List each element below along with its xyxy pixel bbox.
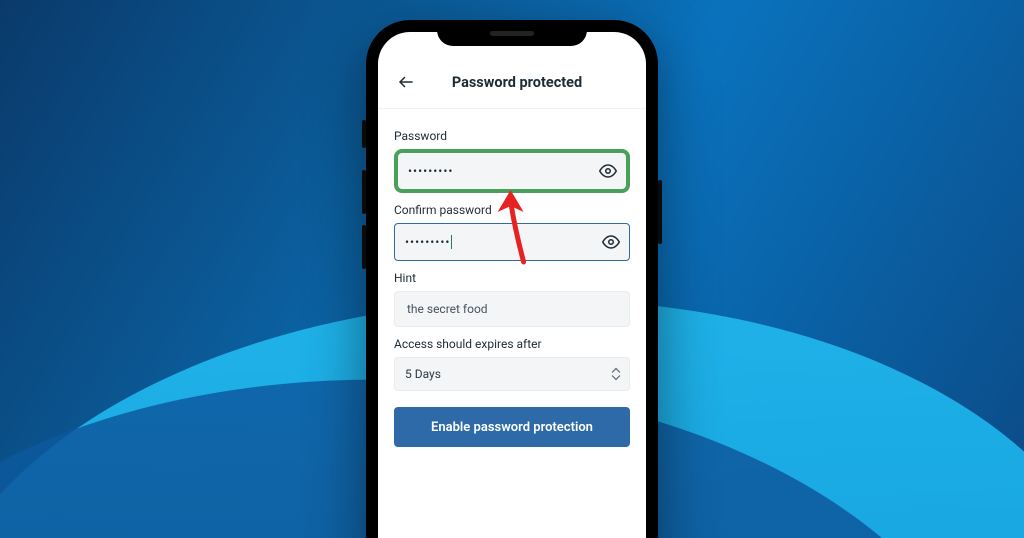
phone-frame: Password protected Password ••••••••• Co… [366,20,658,538]
password-input[interactable]: ••••••••• [394,149,630,193]
confirm-password-label: Confirm password [394,203,630,217]
power-button [658,180,662,244]
expires-select[interactable]: 5 Days [394,357,630,391]
arrow-left-icon [397,73,415,91]
page-title: Password protected [430,74,604,91]
mute-switch [362,120,366,148]
expires-label: Access should expires after [394,337,630,351]
eye-icon [602,233,620,251]
hint-input[interactable]: the secret food [394,291,630,327]
volume-down-button [362,225,366,269]
eye-icon [599,162,617,180]
confirm-password-input[interactable]: ••••••••• [394,223,630,261]
screen: Password protected Password ••••••••• Co… [378,32,646,538]
chevron-up-down-icon [611,368,621,381]
confirm-password-value: ••••••••• [405,235,450,249]
speaker-grill [490,31,534,36]
toggle-confirm-visibility[interactable] [601,232,621,252]
enable-button-label: Enable password protection [431,420,593,435]
phone-notch [437,20,587,46]
back-button[interactable] [392,68,420,96]
volume-up-button [362,170,366,214]
toggle-password-visibility[interactable] [598,161,618,181]
enable-password-protection-button[interactable]: Enable password protection [394,407,630,447]
password-value: ••••••••• [408,164,453,178]
form: Password ••••••••• Confirm password ••••… [378,109,646,463]
text-caret [451,235,452,249]
wallpaper: Password protected Password ••••••••• Co… [0,0,1024,538]
expires-value: 5 Days [405,367,441,381]
hint-label: Hint [394,271,630,285]
hint-value: the secret food [407,302,488,316]
password-label: Password [394,129,630,143]
